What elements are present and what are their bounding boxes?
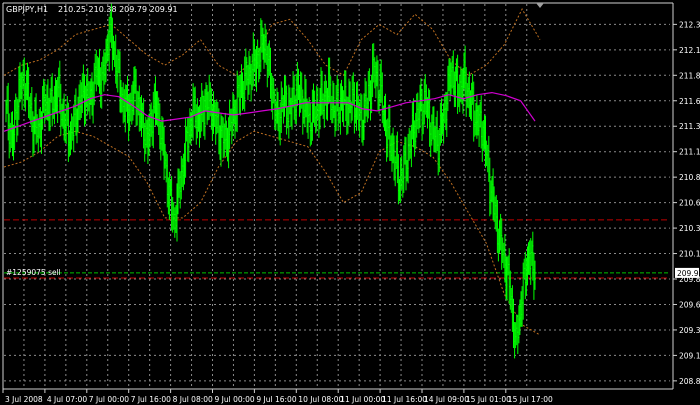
x-tick-label: 9 Jul 00:00	[215, 395, 255, 404]
x-tick-label: 10 Jul 08:00	[298, 395, 343, 404]
x-tick-label: 11 Jul 00:00	[340, 395, 385, 404]
y-tick-label: 210.10	[679, 250, 700, 259]
x-tick-label: 7 Jul 16:00	[131, 395, 171, 404]
y-tick-label: 210.60	[679, 199, 700, 208]
y-tick-label: 210.85	[679, 173, 700, 182]
symbol-label: GBPJPY,H1	[6, 5, 48, 14]
x-tick-label: 9 Jul 16:00	[256, 395, 296, 404]
y-tick-label: 212.10	[679, 46, 700, 55]
x-tick-label: 11 Jul 16:00	[382, 395, 427, 404]
y-tick-label: 212.35	[679, 20, 700, 29]
y-tick-label: 209.35	[679, 326, 700, 335]
x-tick-label: 7 Jul 00:00	[89, 395, 129, 404]
x-tick-label: 8 Jul 08:00	[173, 395, 213, 404]
y-tick-label: 209.60	[679, 300, 700, 309]
y-tick-label: 211.85	[679, 71, 700, 80]
x-tick-label: 15 Jul 01:00	[466, 395, 511, 404]
price-chart[interactable]: GBPJPY,H1 210.25 210.38 209.79 209.91 #1…	[0, 0, 700, 405]
y-tick-label: 210.35	[679, 224, 700, 233]
current-price-tag: 209.91	[675, 267, 700, 278]
x-tick-label: 15 Jul 17:00	[508, 395, 553, 404]
x-tick-label: 14 Jul 09:00	[424, 395, 469, 404]
order-label: #1259075 sell	[6, 268, 61, 277]
y-tick-label: 211.10	[679, 148, 700, 157]
quote-label: 210.25 210.38 209.79 209.91	[58, 5, 178, 14]
y-tick-label: 211.35	[679, 122, 700, 131]
current-price-tag-text: 209.91	[677, 269, 700, 278]
x-tick-label: 3 Jul 2008	[5, 395, 43, 404]
y-tick-label: 211.60	[679, 97, 700, 106]
y-tick-label: 209.10	[679, 351, 700, 360]
y-tick-label: 208.85	[679, 377, 700, 386]
x-tick-label: 4 Jul 07:00	[47, 395, 87, 404]
